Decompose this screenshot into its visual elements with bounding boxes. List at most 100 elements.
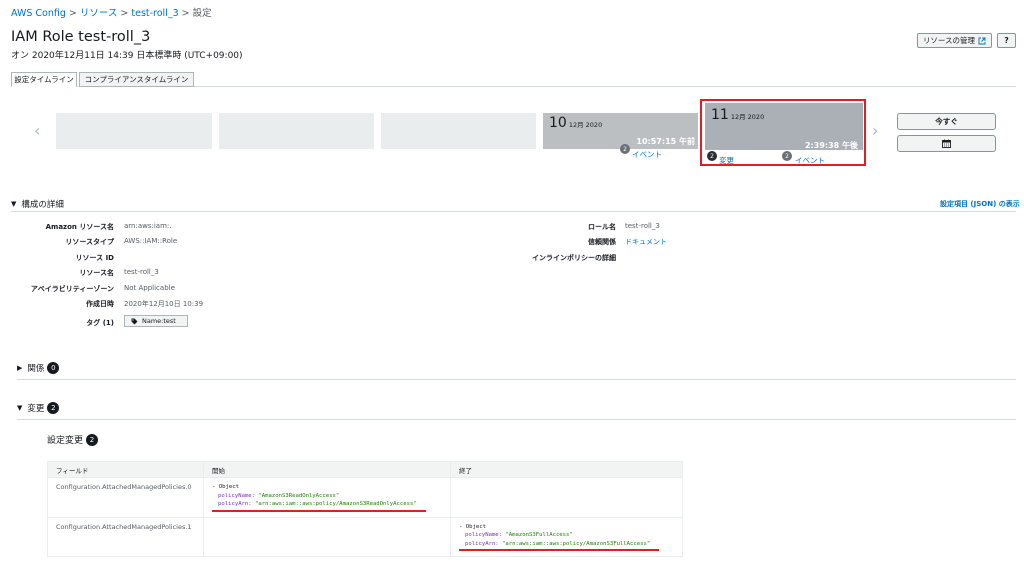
page-title: IAM Role test-roll_3 xyxy=(11,29,151,45)
start-cell xyxy=(203,516,451,557)
relations-title: 関係 xyxy=(27,364,45,374)
table-row: Configuration.AttachedManagedPolicies.0 … xyxy=(47,477,683,518)
timeline-card-empty xyxy=(381,113,536,149)
json-key: policyArn: xyxy=(218,501,252,507)
json-object: - Object policyName: "AmazonS3FullAccess… xyxy=(459,523,674,551)
caret-right-icon: ▶ xyxy=(17,364,23,372)
relations-header[interactable]: ▶ 関係 0 xyxy=(17,362,60,374)
created-at-value: 2020年12月10日 10:39 xyxy=(124,300,204,308)
breadcrumb-separator: > xyxy=(68,8,77,19)
tags-label: タグ (1) xyxy=(86,319,114,327)
config-changes-subheader: 設定変更 2 xyxy=(47,433,99,446)
breadcrumb-separator: > xyxy=(120,8,129,19)
tag-icon xyxy=(131,318,138,324)
timeline-card-empty xyxy=(56,113,212,149)
end-cell: - Object policyName: "AmazonS3FullAccess… xyxy=(450,516,683,557)
breadcrumb-separator: > xyxy=(181,8,190,19)
end-cell xyxy=(450,477,683,518)
json-key: policyArn: xyxy=(465,540,499,547)
policy-name-line: policyName: "AmazonS3FullAccess" xyxy=(459,531,674,540)
relations-count-badge: 0 xyxy=(47,362,60,374)
resource-type-value: AWS::IAM::Role xyxy=(124,237,178,245)
timeline-next-icon[interactable]: › xyxy=(872,121,878,140)
timeline-card-month: 12月 2020 xyxy=(568,121,603,129)
changes-count-badge: 2 xyxy=(47,402,60,414)
column-header-start: 開始 xyxy=(203,461,451,478)
config-details-title: 構成の詳細 xyxy=(21,200,64,210)
changes-title: 変更 xyxy=(27,404,45,414)
red-underline xyxy=(212,509,426,512)
config-changes-title: 設定変更 xyxy=(47,436,84,446)
calendar-button[interactable] xyxy=(897,135,996,152)
page-subtitle: オン 2020年12月11日 14:39 日本標準時 (UTC+09:00) xyxy=(11,51,243,61)
role-name-label: ロール名 xyxy=(588,223,616,231)
timeline-card-dec-10[interactable]: 10 12月 2020 10:57:15 午前 xyxy=(543,113,698,149)
table-row: Configuration.AttachedManagedPolicies.1 … xyxy=(47,516,683,557)
timeline-card-day: 10 xyxy=(549,115,567,131)
json-object: - Object policyName: "AmazonS3ReadOnlyAc… xyxy=(212,483,442,512)
manage-resource-label: リソースの管理 xyxy=(922,36,976,45)
inline-policy-label: インラインポリシーの詳細 xyxy=(532,254,616,262)
policy-arn-line: policyArn: "arn:aws:iam::aws:policy/Amaz… xyxy=(212,500,442,509)
json-value: "AmazonS3ReadOnlyAccess" xyxy=(258,492,340,499)
resource-id-label: リソース ID xyxy=(75,254,114,262)
json-key: policyName: xyxy=(465,532,503,538)
breadcrumb-resource[interactable]: test-roll_3 xyxy=(131,8,178,19)
trust-document-link[interactable]: ドキュメント xyxy=(625,237,667,247)
events-count-badge: 2 xyxy=(782,151,792,161)
section-divider xyxy=(17,419,1016,420)
availability-zone-value: Not Applicable xyxy=(124,284,175,292)
timeline-card-empty xyxy=(219,113,374,149)
tab-compliance-timeline[interactable]: コンプライアンスタイムライン xyxy=(79,72,194,87)
red-underline xyxy=(459,549,659,551)
json-key: policyName: xyxy=(218,492,256,499)
calendar-icon xyxy=(942,139,951,148)
json-value: "arn:aws:iam::aws:policy/AmazonS3FullAcc… xyxy=(502,540,651,547)
tag-chip[interactable]: Name:test xyxy=(124,315,188,327)
view-json-link[interactable]: 設定項目 (JSON) の表示 xyxy=(940,199,1020,209)
start-cell: - Object policyName: "AmazonS3ReadOnlyAc… xyxy=(203,477,451,518)
trust-relationship-label: 信頼関係 xyxy=(588,238,616,246)
timeline-changes-link[interactable]: 変更 xyxy=(719,155,734,166)
resource-name-label: リソース名 xyxy=(79,269,114,277)
json-value: "arn:aws:iam::aws:policy/AmazonS3ReadOnl… xyxy=(255,501,417,507)
resource-name-value: test-roll_3 xyxy=(124,268,159,276)
changes-count-badge: 2 xyxy=(707,151,717,161)
section-divider xyxy=(11,211,1016,212)
timeline-events-link[interactable]: イベント xyxy=(632,149,662,160)
policy-name-line: policyName: "AmazonS3ReadOnlyAccess" xyxy=(212,492,442,501)
timeline-card-time: 10:57:15 午前 xyxy=(636,137,695,146)
breadcrumb-aws-config[interactable]: AWS Config xyxy=(11,8,66,19)
config-changes-count-badge: 2 xyxy=(86,433,99,446)
changes-table: フィールド 開始 終了 Configuration.AttachedManage… xyxy=(47,461,683,557)
arn-value: arn:aws:iam:. xyxy=(124,222,172,230)
tag-value: Name:test xyxy=(142,317,176,325)
tab-configuration-timeline[interactable]: 設定タイムライン xyxy=(11,72,77,87)
column-header-field: フィールド xyxy=(47,461,204,478)
policy-arn-line: policyArn: "arn:aws:iam::aws:policy/Amaz… xyxy=(459,540,674,549)
resource-type-label: リソースタイプ xyxy=(65,238,114,246)
breadcrumb-current: 設定 xyxy=(192,8,212,19)
external-link-icon xyxy=(978,37,986,44)
table-header-row: フィールド 開始 終了 xyxy=(47,461,683,478)
caret-down-icon: ▼ xyxy=(11,200,17,208)
json-value: "AmazonS3FullAccess" xyxy=(505,532,573,538)
field-cell: Configuration.AttachedManagedPolicies.0 xyxy=(47,477,204,518)
arn-label: Amazon リソース名 xyxy=(45,223,114,231)
section-divider xyxy=(17,379,1016,380)
breadcrumb: AWS Config > リソース > test-roll_3 > 設定 xyxy=(11,5,212,19)
config-details-header[interactable]: ▼ 構成の詳細 xyxy=(11,198,64,210)
help-button[interactable]: ? xyxy=(997,33,1016,48)
role-name-value: test-roll_3 xyxy=(625,222,660,230)
now-button[interactable]: 今すぐ xyxy=(897,113,996,130)
object-label: - Object xyxy=(459,523,486,530)
object-label: - Object xyxy=(212,484,239,490)
timeline-events-link[interactable]: イベント xyxy=(795,155,825,166)
caret-down-icon: ▼ xyxy=(17,404,23,412)
timeline-prev-icon[interactable]: ‹ xyxy=(34,121,40,140)
manage-resource-button[interactable]: リソースの管理 xyxy=(917,33,992,48)
column-header-end: 終了 xyxy=(450,461,683,478)
changes-header[interactable]: ▼ 変更 2 xyxy=(17,402,60,414)
breadcrumb-resources[interactable]: リソース xyxy=(80,8,118,19)
events-count-badge: 2 xyxy=(620,144,630,154)
